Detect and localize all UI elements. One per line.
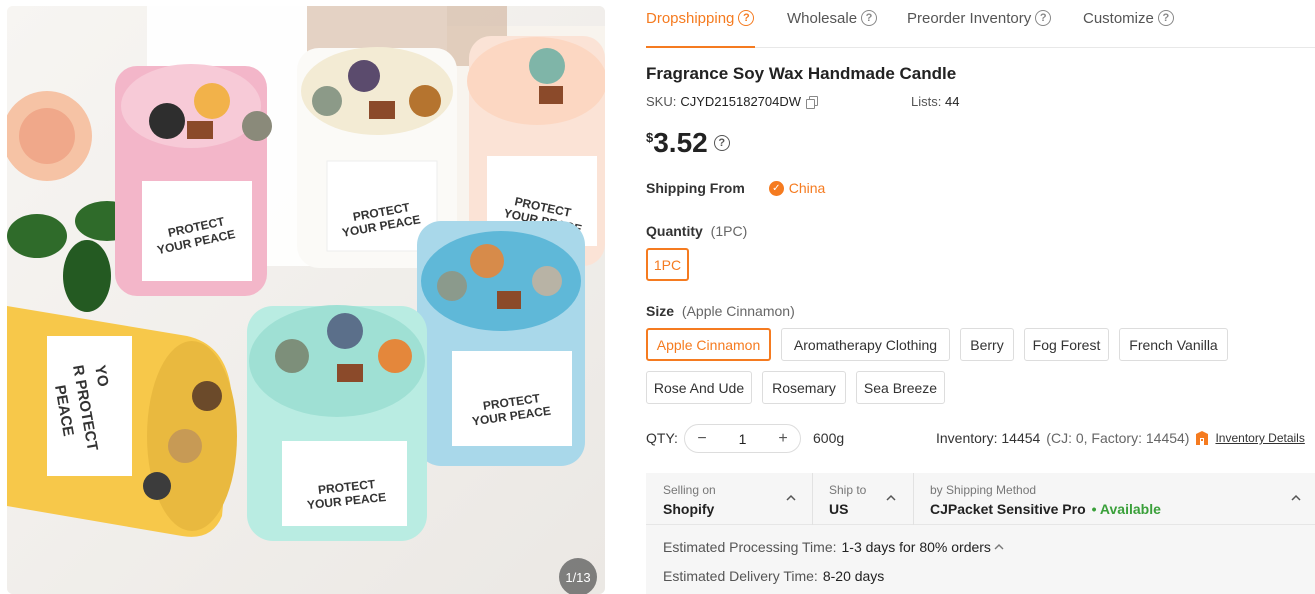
check-icon: ✓ [768, 180, 784, 196]
shipping-from: Shipping From ✓ China [646, 180, 825, 196]
size-option-rose-and-ude[interactable]: Rose And Ude [646, 371, 752, 404]
availability-status: • Available [1091, 501, 1161, 517]
size-option-apple-cinnamon[interactable]: Apple Cinnamon [646, 328, 771, 361]
candle-photo: PROTECT YOUR PEACE PROTECT YOUR PEACE PR… [7, 6, 605, 594]
shipping-from-label: Shipping From [646, 180, 745, 196]
decrement-button[interactable]: − [695, 430, 709, 448]
tab-wholesale[interactable]: Wholesale ? [787, 8, 878, 28]
tab-dropshipping[interactable]: Dropshipping ? [646, 8, 755, 28]
size-hint: (Apple Cinnamon) [681, 303, 795, 319]
processing-time: Estimated Processing Time: 1-3 days for … [663, 539, 1005, 555]
size-option-french-vanilla[interactable]: French Vanilla [1119, 328, 1228, 361]
image-counter: 1/13 [559, 558, 597, 594]
ship-to-selector[interactable]: Ship to US [813, 473, 913, 525]
inventory: Inventory: 14454 (CJ: 0, Factory: 14454)… [936, 430, 1305, 446]
quantity-label-text: Quantity [646, 223, 703, 239]
tab-label: Wholesale [787, 9, 858, 27]
chevron-up-icon [786, 494, 796, 501]
quantity-hint: (1PC) [710, 223, 748, 239]
ship-to-value: US [829, 501, 849, 517]
shipping-method-selector[interactable]: by Shipping Method CJPacket Sensitive Pr… [914, 473, 1315, 525]
selling-on-selector[interactable]: Selling on Shopify [646, 473, 811, 525]
size-option-sea-breeze[interactable]: Sea Breeze [856, 371, 945, 404]
price: $ 3.52 ? [646, 126, 730, 160]
tab-label: Preorder Inventory [907, 9, 1032, 27]
tab-label: Dropshipping [646, 9, 735, 27]
delivery-value: 8-20 days [822, 568, 885, 584]
quantity-stepper: − 1 + [684, 424, 801, 453]
purchase-tabs: Dropshipping ? Wholesale ? Preorder Inve… [646, 0, 1315, 48]
product-details: Dropshipping ? Wholesale ? Preorder Inve… [646, 0, 1315, 594]
lists-value: 44 [944, 94, 960, 109]
help-icon[interactable]: ? [713, 135, 730, 151]
price-currency: $ [646, 130, 654, 145]
qty-row: QTY: − 1 + 600g Inventory: 14454 (CJ: 0,… [646, 424, 1315, 453]
delivery-label: Estimated Delivery Time: [663, 568, 818, 584]
active-tab-indicator [646, 46, 755, 48]
sku-label: SKU: [646, 94, 677, 109]
weight: 600g [813, 430, 845, 446]
chevron-up-icon [1291, 494, 1301, 501]
processing-value: 1-3 days for 80% orders [841, 539, 991, 555]
help-icon[interactable]: ? [861, 10, 878, 26]
shipping-box: Selling on Shopify Ship to US by Shippin… [646, 473, 1315, 594]
shipping-method-label: by Shipping Method [930, 483, 1037, 497]
delivery-time: Estimated Delivery Time: 8-20 days [663, 568, 884, 584]
size-option-aromatherapy-clothing[interactable]: Aromatherapy Clothing [781, 328, 950, 361]
lists-label: Lists: [911, 94, 942, 109]
increment-button[interactable]: + [776, 430, 790, 448]
inventory-details-link[interactable]: Inventory Details [1215, 431, 1304, 445]
lists-count: Lists: 44 [911, 94, 959, 109]
quantity-label: Quantity (1PC) [646, 223, 747, 239]
price-amount: 3.52 [653, 127, 708, 158]
warehouse-icon [1196, 431, 1209, 445]
quantity-input[interactable]: 1 [739, 431, 747, 447]
inventory-total: Inventory: 14454 [936, 430, 1041, 446]
size-label-text: Size [646, 303, 675, 319]
tab-customize[interactable]: Customize ? [1083, 8, 1174, 28]
product-title: Fragrance Soy Wax Handmade Candle [646, 64, 957, 83]
selling-on-value: Shopify [663, 501, 715, 517]
sku-row: SKU: CJYD215182704DW [646, 94, 819, 109]
qty-label: QTY: [646, 430, 678, 446]
inventory-breakdown: (CJ: 0, Factory: 14454) [1046, 430, 1190, 446]
chevron-up-icon [886, 494, 896, 501]
size-option-fog-forest[interactable]: Fog Forest [1024, 328, 1109, 361]
shipping-method-name: CJPacket Sensitive Pro [930, 501, 1086, 517]
processing-label: Estimated Processing Time: [663, 539, 837, 555]
help-icon[interactable]: ? [1035, 10, 1052, 26]
product-image[interactable]: PROTECT YOUR PEACE PROTECT YOUR PEACE PR… [7, 6, 605, 594]
copy-icon[interactable] [806, 95, 819, 109]
size-option-rosemary[interactable]: Rosemary [762, 371, 846, 404]
size-label: Size (Apple Cinnamon) [646, 303, 795, 319]
sku-value: CJYD215182704DW [680, 94, 802, 109]
shipping-selectors: Selling on Shopify Ship to US by Shippin… [646, 473, 1315, 525]
tab-label: Customize [1083, 9, 1154, 27]
shipping-method-value: CJPacket Sensitive Pro • Available [930, 501, 1161, 517]
tab-preorder-inventory[interactable]: Preorder Inventory ? [907, 8, 1052, 28]
ship-to-label: Ship to [829, 483, 867, 497]
chevron-up-icon[interactable] [993, 542, 1005, 552]
help-icon[interactable]: ? [1157, 10, 1174, 26]
help-icon[interactable]: ? [738, 10, 755, 26]
quantity-option-1pc[interactable]: 1PC [646, 248, 689, 281]
size-option-berry[interactable]: Berry [960, 328, 1014, 361]
shipping-origin[interactable]: China [789, 180, 826, 196]
selling-on-label: Selling on [663, 483, 716, 497]
